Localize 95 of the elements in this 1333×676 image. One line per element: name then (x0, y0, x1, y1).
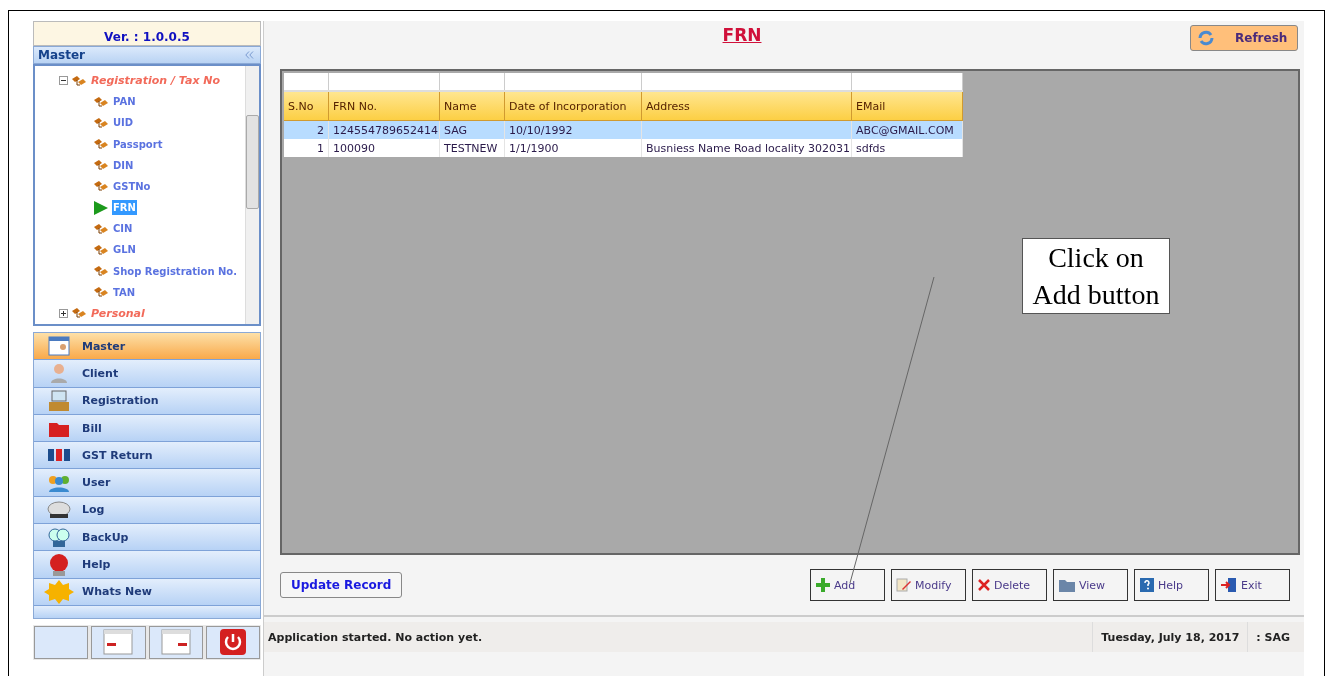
new-badge-icon (44, 579, 74, 604)
column-header[interactable]: EMail (852, 92, 963, 121)
filter-field[interactable] (284, 73, 329, 90)
table-cell: 124554789652414 (329, 121, 440, 139)
table-cell: 1/1/1900 (505, 139, 642, 157)
plus-icon (815, 577, 831, 593)
tree-item[interactable]: CIN (112, 221, 134, 237)
collapse-icon[interactable] (59, 76, 68, 86)
table-cell: 10/10/1992 (505, 121, 642, 139)
tree-node-icon (71, 73, 87, 88)
tree-item[interactable]: PAN (112, 94, 137, 110)
status-date: Tuesday, July 18, 2017 (1092, 622, 1248, 652)
action-button[interactable]: Exit (1215, 569, 1290, 601)
tree-node-icon (93, 285, 109, 300)
nav-item[interactable]: User (34, 469, 260, 497)
callout-text: Click on Add button (1022, 238, 1170, 314)
column-header[interactable]: Address (642, 92, 852, 121)
nav-item[interactable]: Help (34, 551, 260, 579)
exit-door-icon (1220, 577, 1238, 593)
tree-node-icon (71, 306, 87, 321)
status-user: : SAG (1247, 622, 1304, 652)
tree-node-icon (93, 115, 109, 130)
status-message: Application started. No action yet. (267, 630, 484, 644)
tree-item[interactable]: TAN (112, 284, 137, 300)
tree-node-icon (93, 221, 109, 236)
collapse-panel-icon[interactable] (245, 51, 254, 59)
filter-field[interactable] (505, 73, 642, 90)
tree-node-icon (93, 94, 109, 109)
panel-title: Master (38, 48, 85, 62)
nav-item[interactable]: Master (34, 333, 260, 361)
table-cell: 1 (284, 139, 329, 157)
nav-item[interactable]: BackUp (34, 524, 260, 552)
table-cell: sdfds (852, 139, 963, 157)
action-button[interactable]: Help (1134, 569, 1209, 601)
version-label: Ver. : 1.0.0.5 (33, 21, 261, 46)
gst-logo-icon (47, 448, 71, 463)
blank-button[interactable] (34, 625, 89, 659)
action-button[interactable]: Modify (891, 569, 966, 601)
action-button[interactable]: Add (810, 569, 885, 601)
power-icon (218, 628, 247, 657)
tree-node-icon (93, 179, 109, 194)
refresh-icon (1197, 30, 1215, 46)
tree-node-icon (93, 137, 109, 152)
form-icon (48, 336, 70, 357)
person-icon (48, 362, 70, 385)
push-button-icon (47, 552, 71, 577)
split-window-button[interactable] (148, 625, 203, 659)
edit-icon (896, 577, 912, 593)
power-button[interactable] (205, 625, 260, 659)
table-cell: 2 (284, 121, 329, 139)
table-cell: SAG (440, 121, 505, 139)
table-cell: ABC@GMAIL.COM (852, 121, 963, 139)
window-icon (103, 629, 134, 656)
tree-item[interactable]: DIN (112, 157, 135, 173)
filter-field[interactable] (642, 73, 852, 90)
nav-item[interactable]: Client (34, 360, 260, 388)
table-cell: TESTNEW (440, 139, 505, 157)
tree-item[interactable]: Shop Registration No. (112, 263, 239, 279)
filter-field[interactable] (329, 73, 440, 90)
column-header[interactable]: Date of Incorporation (505, 92, 642, 121)
tree-node-icon (93, 242, 109, 257)
play-arrow-icon (93, 199, 109, 216)
tree-node-icon (93, 264, 109, 279)
filter-field[interactable] (852, 73, 963, 90)
split-window-button[interactable] (91, 625, 146, 659)
nav-item[interactable]: Bill (34, 414, 260, 443)
action-button[interactable]: Delete (972, 569, 1047, 601)
nav-item[interactable]: GST Return (34, 442, 260, 470)
column-header[interactable]: Name (440, 92, 505, 121)
column-header[interactable]: FRN No. (329, 92, 440, 121)
refresh-button[interactable]: Refresh (1190, 25, 1298, 51)
nav-item[interactable]: Registration (34, 387, 260, 415)
cross-icon (977, 578, 991, 592)
expand-icon[interactable] (59, 308, 68, 318)
table-cell: 100090 (329, 139, 440, 157)
help-icon (1139, 577, 1155, 593)
tree-item[interactable]: UID (112, 115, 135, 131)
page-title: FRN (721, 25, 763, 45)
action-button[interactable]: View (1053, 569, 1128, 601)
cash-register-icon (47, 389, 71, 412)
nav-item[interactable]: Log (34, 496, 260, 525)
filter-field[interactable] (440, 73, 505, 90)
window-icon (160, 629, 191, 656)
folder-icon (1058, 577, 1076, 593)
table-cell: Busniess Name Road locality 302031 (642, 139, 852, 157)
tree-item[interactable]: Passport (112, 136, 164, 152)
update-record-button[interactable]: Update Record (280, 572, 403, 598)
tree-item[interactable]: GSTNo (112, 178, 152, 194)
tree-node-icon (93, 158, 109, 173)
column-header[interactable]: S.No (284, 92, 329, 121)
scrollbar[interactable] (245, 66, 259, 324)
nav-item[interactable]: Whats New (34, 578, 260, 606)
discs-icon (48, 526, 70, 549)
disk-drive-icon (47, 500, 71, 519)
tree-item[interactable]: GLN (112, 242, 137, 258)
